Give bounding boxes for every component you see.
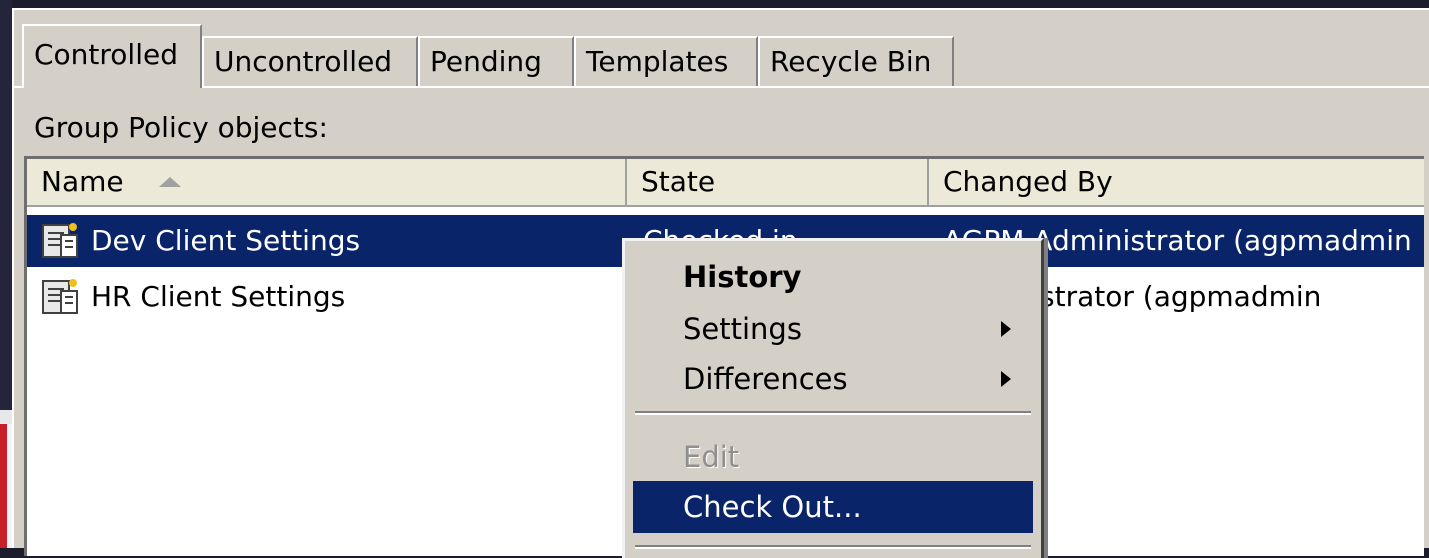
tab-divider [14, 86, 1429, 88]
context-menu: History Settings Differences Edit Check … [622, 238, 1044, 558]
column-header-changed-by[interactable]: Changed By [929, 159, 1424, 207]
menu-item-differences-label: Differences [683, 362, 848, 396]
menu-item-edit: Edit [683, 440, 740, 474]
sort-ascending-icon [159, 177, 181, 187]
menu-item-check-out[interactable]: Check Out... [633, 481, 1033, 533]
menu-separator [635, 545, 1031, 549]
background-strip [0, 424, 12, 548]
gpo-name: Dev Client Settings [91, 224, 361, 257]
background-strip [0, 410, 12, 424]
background-strip [0, 0, 12, 410]
group-policy-objects-label: Group Policy objects: [34, 111, 328, 144]
gpo-name: HR Client Settings [91, 280, 346, 313]
gpo-icon [42, 223, 78, 258]
gpo-icon [42, 279, 78, 314]
column-header-name-label: Name [41, 165, 124, 198]
tab-pending[interactable]: Pending [418, 36, 574, 86]
submenu-arrow-icon [1001, 321, 1011, 337]
column-header-state-label: State [641, 165, 716, 198]
menu-item-settings[interactable]: Settings [633, 303, 1033, 355]
column-header-changed-by-label: Changed By [943, 165, 1113, 198]
menu-item-settings-label: Settings [683, 312, 802, 346]
column-header-state[interactable]: State [627, 159, 929, 207]
menu-item-differences[interactable]: Differences [633, 353, 1033, 405]
tab-recycle-bin[interactable]: Recycle Bin [758, 36, 954, 86]
tab-uncontrolled[interactable]: Uncontrolled [202, 36, 418, 86]
tab-controlled[interactable]: Controlled [22, 24, 202, 88]
submenu-arrow-icon [1001, 371, 1011, 387]
tab-templates[interactable]: Templates [574, 36, 758, 86]
menu-separator [635, 411, 1031, 415]
menu-item-history[interactable]: History [633, 251, 1033, 303]
column-header-name[interactable]: Name [27, 159, 627, 207]
